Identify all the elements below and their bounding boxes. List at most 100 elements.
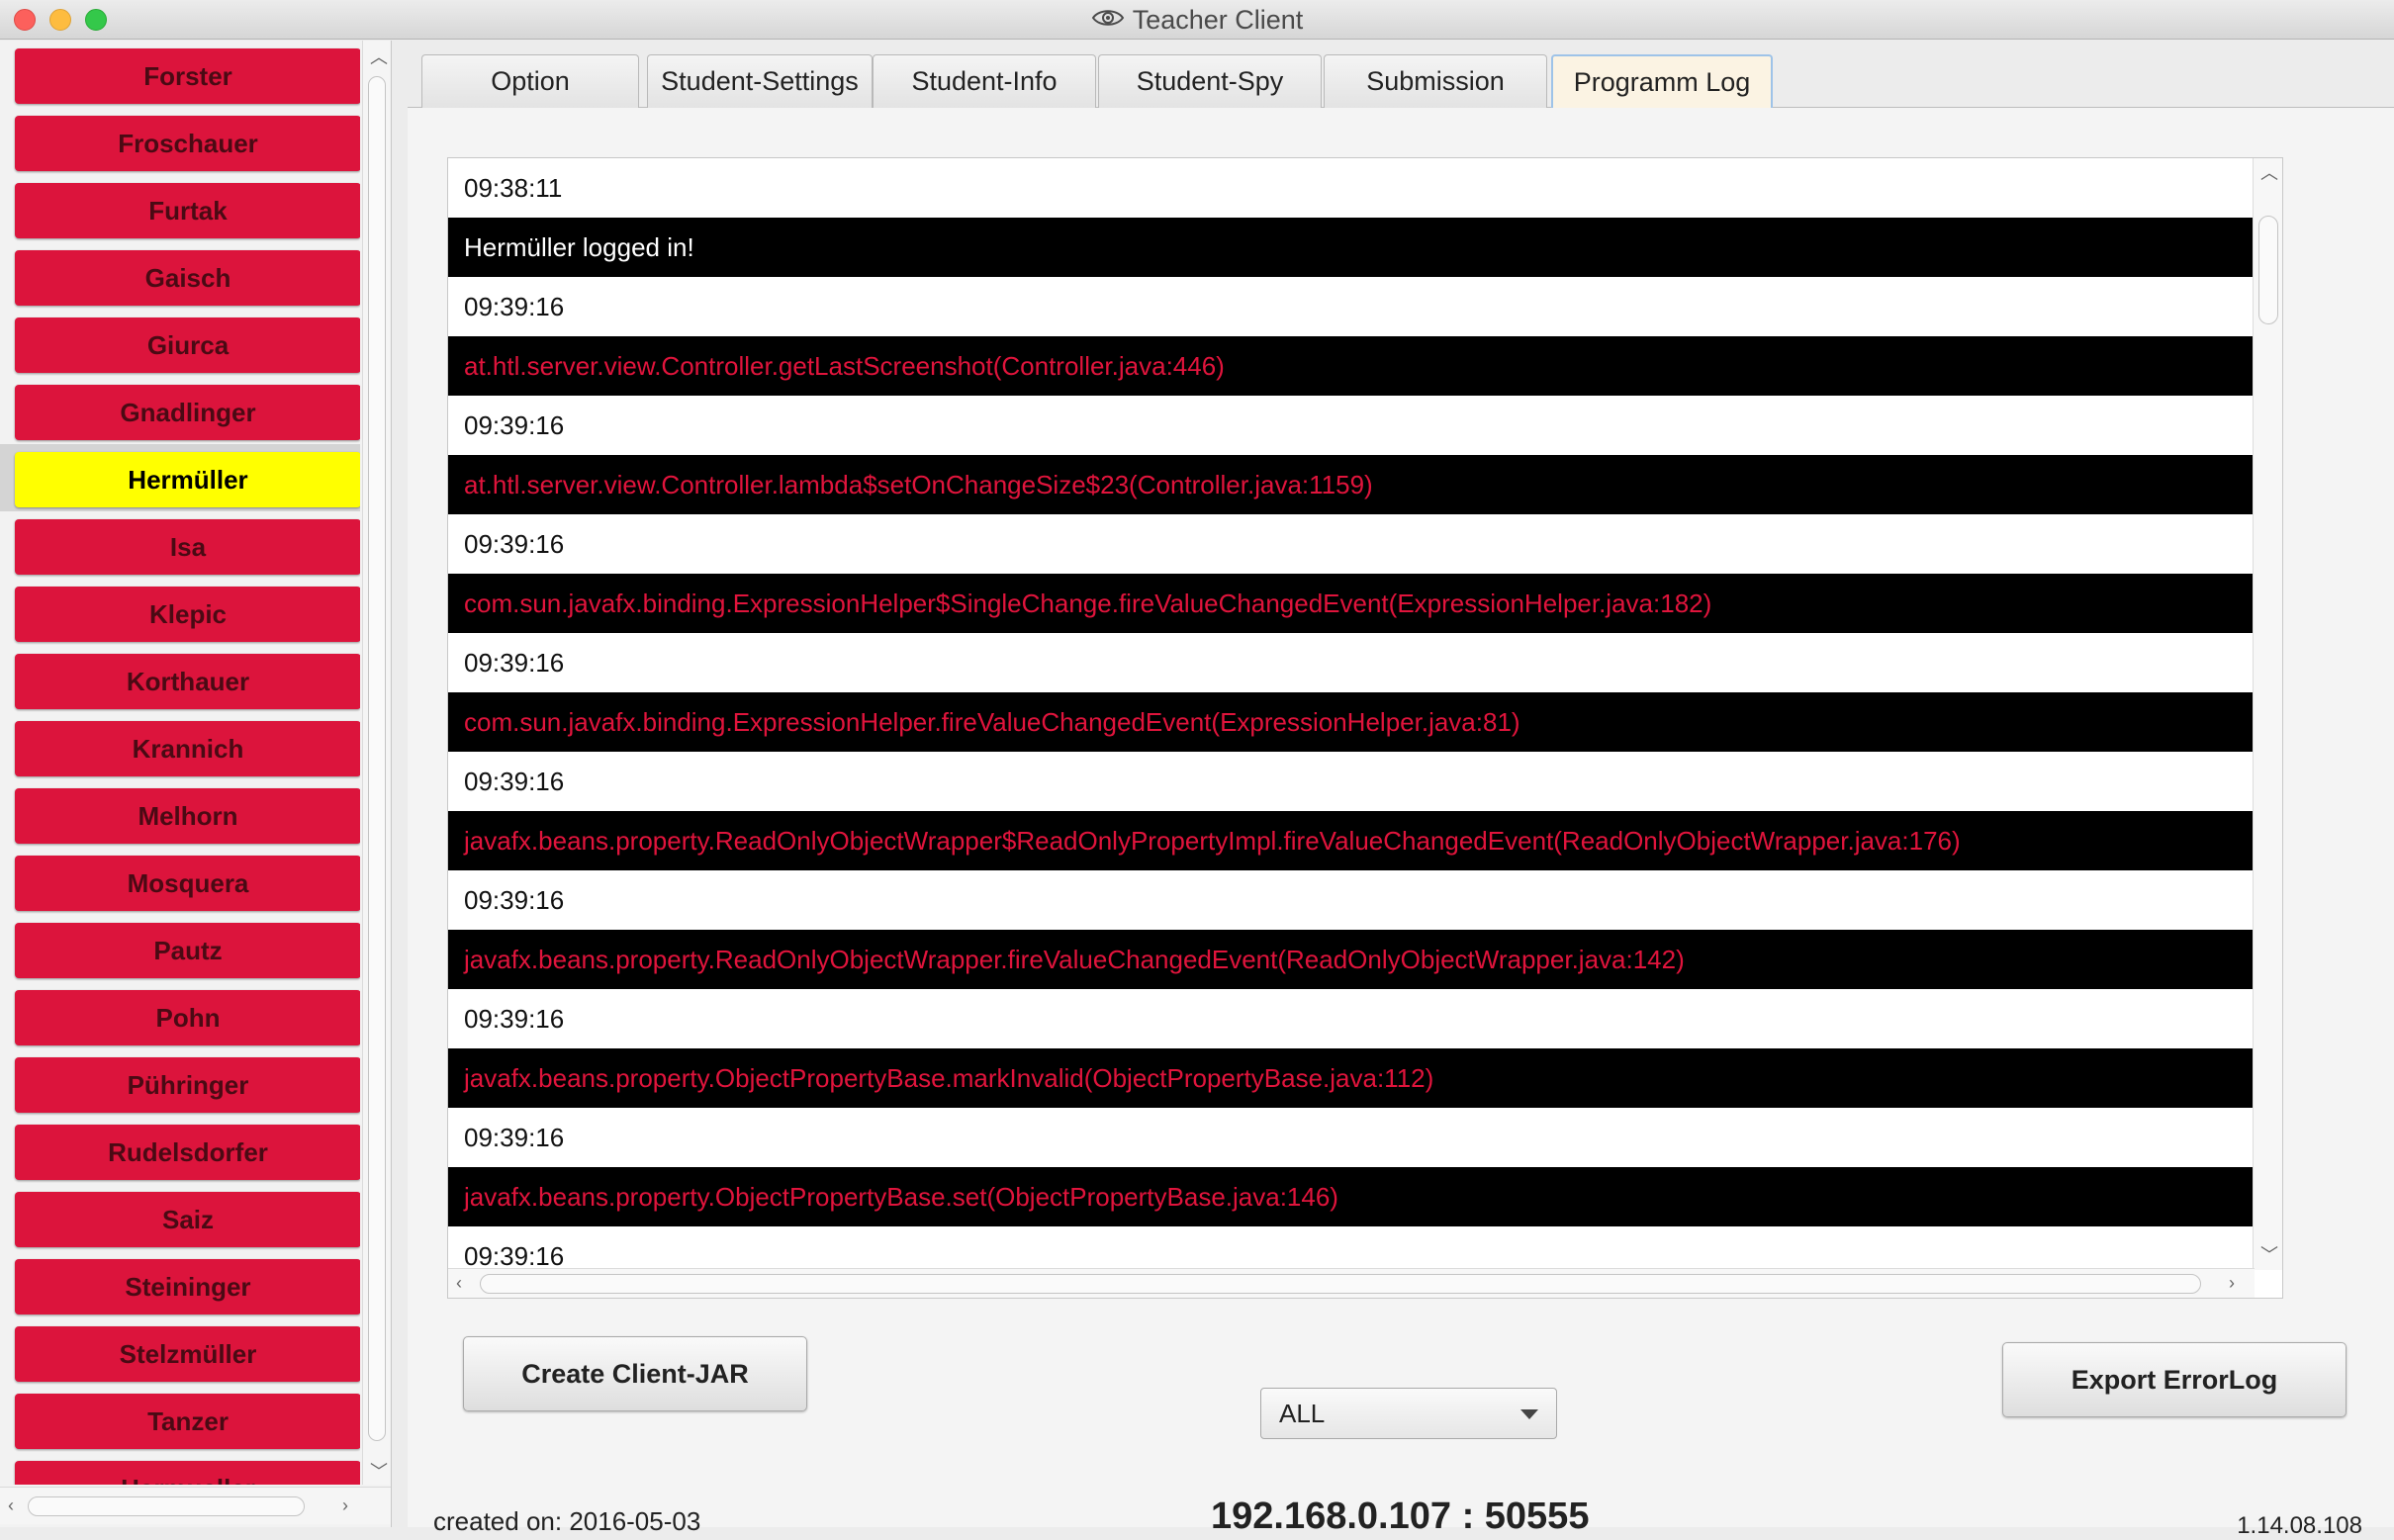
- student-row: Steininger: [0, 1251, 360, 1318]
- student-row: Saiz: [0, 1184, 360, 1251]
- export-errorlog-button[interactable]: Export ErrorLog: [2002, 1342, 2347, 1417]
- log-timestamp-row: 09:39:16: [448, 514, 2282, 574]
- student-row: Krannich: [0, 713, 360, 780]
- scroll-right-icon[interactable]: ›: [342, 1496, 348, 1514]
- create-client-jar-button[interactable]: Create Client-JAR: [463, 1336, 807, 1411]
- student-row: Korthauer: [0, 646, 360, 713]
- student-row: Pohn: [0, 982, 360, 1049]
- server-address: 192.168.0.107 : 50555: [1211, 1495, 1590, 1537]
- student-row: Isa: [0, 511, 360, 579]
- student-row: Gaisch: [0, 242, 360, 310]
- student-button[interactable]: Gnadlinger: [15, 385, 360, 440]
- sidebar-scroll-thumb[interactable]: [368, 76, 386, 1441]
- student-row: Stelzmüller: [0, 1318, 360, 1386]
- sidebar-vertical-scrollbar[interactable]: ︿ ﹀: [362, 41, 390, 1485]
- student-row: Furtak: [0, 175, 360, 242]
- student-row: Klepic: [0, 579, 360, 646]
- student-row: Froschauer: [0, 108, 360, 175]
- window-title: Teacher Client: [1132, 4, 1304, 35]
- tab-submission[interactable]: Submission: [1324, 54, 1547, 108]
- scroll-left-icon[interactable]: ‹: [8, 1496, 14, 1514]
- log-error-row: javafx.beans.property.ObjectPropertyBase…: [448, 1167, 2282, 1226]
- log-error-row: at.htl.server.view.Controller.getLastScr…: [448, 336, 2282, 396]
- log-error-row: at.htl.server.view.Controller.lambda$set…: [448, 455, 2282, 514]
- main-panel: Option Student-Settings Student-Info Studen…: [408, 41, 2394, 1539]
- tab-option[interactable]: Option: [421, 54, 639, 108]
- student-row: Hermueller: [0, 1453, 360, 1485]
- student-button[interactable]: Melhorn: [15, 788, 360, 844]
- tab-student-settings[interactable]: Student-Settings: [647, 54, 873, 108]
- tab-programm-log[interactable]: Programm Log: [1551, 54, 1773, 108]
- student-row: Pautz: [0, 915, 360, 982]
- log-vertical-scrollbar[interactable]: ︿ ﹀: [2253, 158, 2282, 1270]
- student-button[interactable]: Rudelsdorfer: [15, 1125, 360, 1180]
- student-row: Pühringer: [0, 1049, 360, 1117]
- log-rows: 09:38:11 Hermüller logged in! 09:39:16 at.h…: [448, 158, 2282, 1286]
- log-scroll-left-icon[interactable]: ‹: [456, 1274, 462, 1292]
- student-row: Rudelsdorfer: [0, 1117, 360, 1184]
- scroll-down-icon[interactable]: ﹀: [370, 1463, 388, 1481]
- log-timestamp-row: 09:39:16: [448, 870, 2282, 930]
- student-row: Forster: [0, 41, 360, 108]
- created-on-label: created on: 2016-05-03: [433, 1506, 701, 1536]
- student-button[interactable]: Gaisch: [15, 250, 360, 306]
- log-error-row: javafx.beans.property.ReadOnlyObjectWrap…: [448, 930, 2282, 989]
- log-timestamp-row: 09:39:16: [448, 1108, 2282, 1167]
- log-view: 09:38:11 Hermüller logged in! 09:39:16 at.h…: [447, 157, 2283, 1299]
- student-sidebar: Forster Froschauer Furtak Gaisch Giurca Gnadl…: [0, 41, 392, 1527]
- student-row: Melhorn: [0, 780, 360, 848]
- log-timestamp-row: 09:39:16: [448, 752, 2282, 811]
- log-horizontal-scrollbar[interactable]: ‹ ›: [448, 1268, 2255, 1298]
- tab-bar: Option Student-Settings Student-Info Studen…: [408, 54, 2394, 108]
- student-button[interactable]: Korthauer: [15, 654, 360, 709]
- log-timestamp-row: 09:39:16: [448, 633, 2282, 692]
- window-title-wrap: Teacher Client: [0, 0, 2394, 40]
- student-button[interactable]: Steininger: [15, 1259, 360, 1314]
- student-button[interactable]: Hermüller: [15, 452, 360, 507]
- sidebar-hscroll-thumb[interactable]: [28, 1496, 305, 1516]
- student-button[interactable]: Tanzer: [15, 1394, 360, 1449]
- student-button[interactable]: Stelzmüller: [15, 1326, 360, 1382]
- log-hscroll-thumb[interactable]: [480, 1274, 2201, 1294]
- student-button[interactable]: Klepic: [15, 587, 360, 642]
- log-timestamp-row: 09:39:16: [448, 989, 2282, 1048]
- student-button[interactable]: Isa: [15, 519, 360, 575]
- student-row: Hermüller: [0, 444, 360, 511]
- log-scroll-up-icon[interactable]: ︿: [2260, 164, 2278, 182]
- student-list: Forster Froschauer Furtak Gaisch Giurca Gnadl…: [0, 41, 360, 1485]
- log-timestamp-row: 09:39:16: [448, 277, 2282, 336]
- log-error-row: javafx.beans.property.ReadOnlyObjectWrap…: [448, 811, 2282, 870]
- student-row: Tanzer: [0, 1386, 360, 1453]
- student-button[interactable]: Mosquera: [15, 856, 360, 911]
- log-error-row: javafx.beans.property.ObjectPropertyBase…: [448, 1048, 2282, 1108]
- log-scroll-right-icon[interactable]: ›: [2229, 1274, 2235, 1292]
- student-row: Giurca: [0, 310, 360, 377]
- scroll-up-icon[interactable]: ︿: [370, 48, 388, 66]
- log-timestamp-row: 09:39:16: [448, 396, 2282, 455]
- student-button[interactable]: Pautz: [15, 923, 360, 978]
- log-error-row: com.sun.javafx.binding.ExpressionHelper.…: [448, 692, 2282, 752]
- student-button[interactable]: Furtak: [15, 183, 360, 238]
- student-button[interactable]: Forster: [15, 48, 360, 104]
- student-button[interactable]: Pohn: [15, 990, 360, 1045]
- student-button[interactable]: Hermueller: [15, 1461, 360, 1485]
- log-filter-value: ALL: [1279, 1398, 1326, 1428]
- student-row: Mosquera: [0, 848, 360, 915]
- log-scroll-thumb[interactable]: [2258, 216, 2278, 324]
- sidebar-horizontal-scrollbar[interactable]: ‹ ›: [0, 1487, 391, 1524]
- student-button[interactable]: Froschauer: [15, 116, 360, 171]
- log-scroll-down-icon[interactable]: ﹀: [2260, 1246, 2278, 1264]
- log-timestamp-row: 09:38:11: [448, 158, 2282, 218]
- student-button[interactable]: Saiz: [15, 1192, 360, 1247]
- student-button[interactable]: Giurca: [15, 317, 360, 373]
- tab-student-info[interactable]: Student-Info: [873, 54, 1096, 108]
- student-row: Gnadlinger: [0, 377, 360, 444]
- chevron-down-icon: [1520, 1409, 1538, 1419]
- tab-student-spy[interactable]: Student-Spy: [1098, 54, 1322, 108]
- programm-log-content: 09:38:11 Hermüller logged in! 09:39:16 at.h…: [408, 108, 2394, 1539]
- student-button[interactable]: Krannich: [15, 721, 360, 776]
- student-button[interactable]: Pühringer: [15, 1057, 360, 1113]
- log-filter-select[interactable]: ALL: [1260, 1388, 1557, 1439]
- log-error-row: com.sun.javafx.binding.ExpressionHelper$…: [448, 574, 2282, 633]
- title-bar: Teacher Client: [0, 0, 2394, 40]
